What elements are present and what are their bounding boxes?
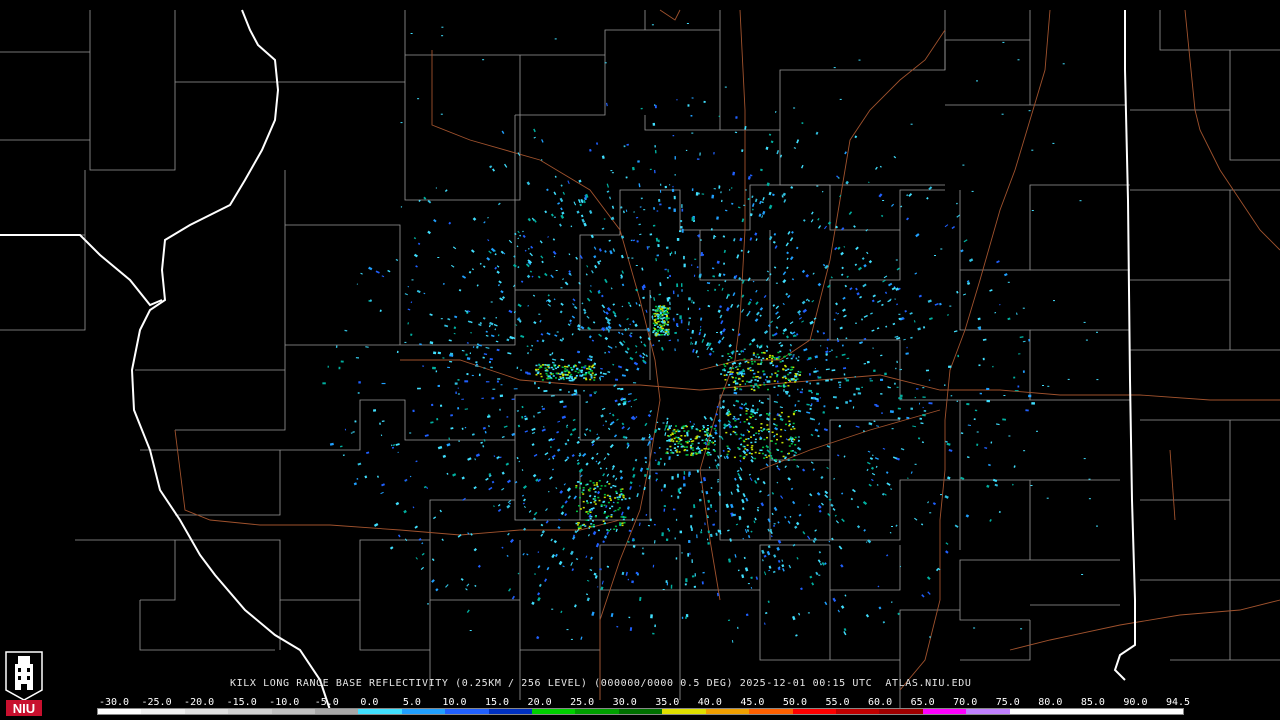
- colorbar-segment: [1052, 709, 1097, 714]
- colorbar-segment: [749, 709, 793, 714]
- legend-tick-label: 60.0: [868, 697, 893, 708]
- radar-echoes: [322, 23, 1099, 643]
- colorbar-segment: [922, 709, 967, 714]
- colorbar-segment: [401, 709, 446, 714]
- colorbar-segment: [445, 709, 489, 714]
- colorbar-segment: [835, 709, 880, 714]
- colorbar-segment: [271, 709, 316, 714]
- colorbar-segment: [1139, 709, 1184, 714]
- legend-tick-label: 30.0: [612, 697, 637, 708]
- legend-tick-label: -30.0: [98, 697, 130, 708]
- colorbar-segment: [358, 709, 402, 714]
- legend-tick-label: 94.5: [1165, 697, 1191, 708]
- colorbar-segment: [532, 709, 576, 714]
- colorbar-segment: [315, 709, 359, 714]
- legend-tick-label: 70.0: [953, 697, 978, 708]
- legend-tick-label: 15.0: [484, 697, 510, 708]
- colorbar-segment: [488, 709, 533, 714]
- legend-tick-label: 55.0: [825, 697, 850, 708]
- logo-text: NIU: [13, 701, 35, 716]
- colorbar-segment: [792, 709, 836, 714]
- colorbar-segment: [966, 709, 1010, 714]
- reflectivity-colorbar: [97, 708, 1184, 715]
- product-caption: KILX LONG RANGE BASE REFLECTIVITY (0.25K…: [230, 678, 972, 689]
- legend-tick-label: 85.0: [1080, 697, 1105, 708]
- legend-tick-label: 20.0: [527, 697, 552, 708]
- legend-tick-label: -20.0: [184, 697, 215, 708]
- legend-tick-label: 35.0: [655, 697, 680, 708]
- legend-tick-label: 5.0: [402, 697, 421, 708]
- county-boundaries: [0, 10, 1280, 710]
- colorbar-segment: [662, 709, 706, 714]
- legend-tick-label: 90.0: [1123, 697, 1148, 708]
- legend-tick-label: 40.0: [697, 697, 722, 708]
- legend-tick-label: 80.0: [1038, 697, 1063, 708]
- legend-tick-label: -5.0: [314, 697, 339, 708]
- legend-tick-label: 10.0: [442, 697, 467, 708]
- colorbar-segment: [575, 709, 619, 714]
- legend-tick-label: 0.0: [360, 697, 379, 708]
- legend-tick-label: 75.0: [995, 697, 1020, 708]
- colorbar-segment: [1096, 709, 1140, 714]
- colorbar-segment: [705, 709, 750, 714]
- legend-tick-label: -25.0: [141, 697, 172, 708]
- colorbar-segment: [141, 709, 185, 714]
- colorbar-segment: [228, 709, 272, 714]
- legend-tick-label: 25.0: [570, 697, 595, 708]
- colorbar-segment: [879, 709, 923, 714]
- legend-tick-label: 50.0: [782, 697, 807, 708]
- colorbar-segment: [184, 709, 229, 714]
- colorbar-segment: [618, 709, 663, 714]
- colorbar-segment: [1009, 709, 1053, 714]
- highway-lines: [174, 9, 1280, 700]
- legend-tick-label: 65.0: [910, 697, 935, 708]
- colorbar-segment: [98, 709, 142, 714]
- niu-tower-logo: NIU: [5, 651, 43, 716]
- legend-tick-label: 45.0: [740, 697, 765, 708]
- radar-map: [0, 9, 1280, 711]
- legend-tick-label: -10.0: [269, 697, 300, 708]
- legend-tick-label: -15.0: [226, 697, 257, 708]
